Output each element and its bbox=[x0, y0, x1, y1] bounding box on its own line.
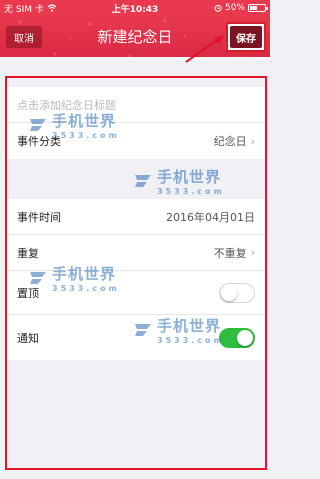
category-value: 纪念日 bbox=[213, 135, 247, 148]
category-label: 事件分类 bbox=[17, 135, 61, 148]
save-button[interactable]: 保存 bbox=[230, 26, 262, 48]
notify-label: 通知 bbox=[17, 331, 39, 345]
pin-row: 置顶 bbox=[7, 271, 265, 315]
battery-percent: 50% bbox=[224, 3, 245, 13]
toggle-knob bbox=[221, 284, 237, 301]
category-row[interactable]: 事件分类 纪念日 › bbox=[7, 123, 265, 159]
chevron-right-icon: › bbox=[250, 134, 255, 148]
time-label: 事件时间 bbox=[17, 210, 61, 224]
watermark-mark-icon bbox=[135, 175, 151, 187]
pin-toggle[interactable] bbox=[219, 282, 255, 303]
repeat-row[interactable]: 重复 不重复 › bbox=[7, 235, 265, 271]
cancel-button[interactable]: 取消 bbox=[6, 26, 42, 48]
title-input[interactable]: 点击添加纪念日标题 bbox=[7, 87, 265, 123]
toggle-knob bbox=[237, 329, 253, 346]
save-button-highlight: 保存 bbox=[226, 22, 266, 52]
battery-icon bbox=[248, 4, 268, 12]
arrow-annotation-icon bbox=[185, 35, 224, 63]
carrier-label: 无 SIM 卡 bbox=[4, 4, 44, 15]
status-left: 无 SIM 卡 bbox=[4, 2, 57, 15]
watermark-logo: 手机世界 3533.com bbox=[133, 166, 225, 196]
time-row[interactable]: 事件时间 2016年04月01日 bbox=[7, 199, 265, 235]
notify-toggle[interactable] bbox=[219, 327, 255, 348]
status-bar: 无 SIM 卡 上午10:43 50% bbox=[0, 0, 270, 16]
watermark-text: 手机世界 bbox=[157, 168, 222, 186]
settings-group: 事件时间 2016年04月01日 重复 不重复 › 置顶 通知 bbox=[7, 199, 265, 360]
alarm-icon bbox=[214, 4, 222, 12]
wifi-icon bbox=[47, 4, 57, 12]
chevron-right-icon: › bbox=[250, 246, 255, 259]
title-category-group: 点击添加纪念日标题 事件分类 纪念日 › bbox=[7, 87, 265, 159]
status-right: 50% bbox=[214, 3, 268, 13]
repeat-value: 不重复 bbox=[213, 246, 247, 260]
watermark-sub: 3533.com bbox=[157, 187, 225, 196]
battery-level bbox=[250, 6, 257, 10]
notify-row: 通知 bbox=[7, 315, 265, 360]
pin-label: 置顶 bbox=[17, 286, 39, 300]
repeat-label: 重复 bbox=[17, 246, 39, 260]
title-placeholder: 点击添加纪念日标题 bbox=[17, 98, 116, 112]
time-value: 2016年04月01日 bbox=[166, 210, 255, 224]
